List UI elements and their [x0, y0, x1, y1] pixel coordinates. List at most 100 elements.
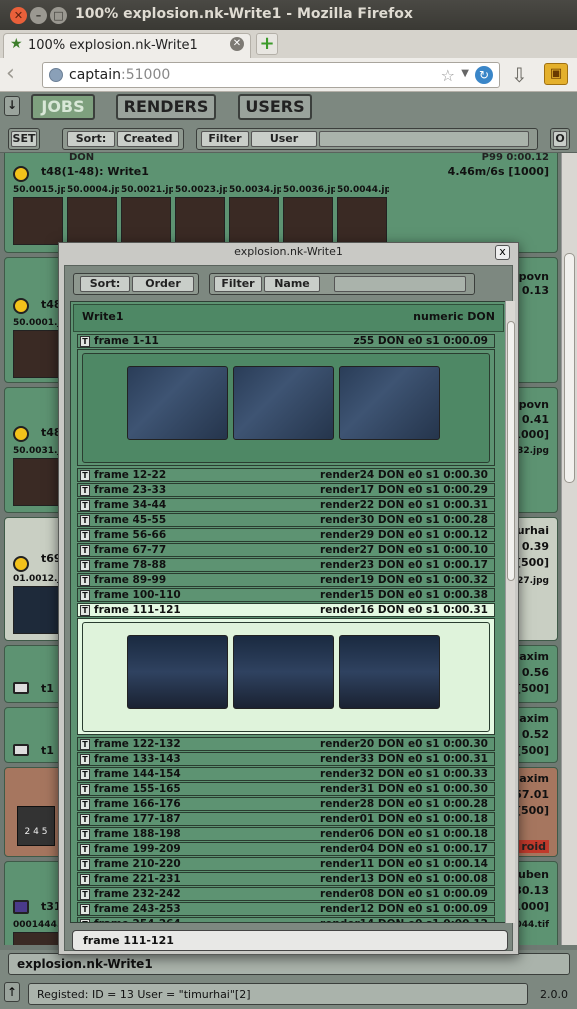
scrollbar-thumb[interactable]	[564, 253, 575, 483]
task-row[interactable]: Tframe 166-176 render28 DON e0 s1 0:00.28	[77, 797, 495, 811]
dialog-sort-value[interactable]: Order	[132, 276, 194, 292]
task-status: render12 DON e0 s1 0:00.09	[320, 903, 488, 915]
preview-frame-image[interactable]	[127, 366, 228, 440]
task-name: frame 1-11	[94, 335, 159, 347]
close-tab-icon[interactable]: ✕	[230, 37, 244, 51]
task-name: frame 34-44	[94, 499, 167, 511]
task-row[interactable]: Tframe 1-11 z55 DON e0 s1 0:00.09	[77, 334, 495, 348]
task-row[interactable]: Tframe 210-220 render11 DON e0 s1 0:00.14	[77, 857, 495, 871]
task-row[interactable]: Tframe 78-88 render23 DON e0 s1 0:00.17	[77, 558, 495, 572]
task-status: z55 DON e0 s1 0:00.09	[353, 335, 488, 347]
filter-control[interactable]: Filter User	[196, 128, 538, 150]
sort-label: Sort:	[67, 131, 115, 147]
task-type-icon: T	[80, 874, 90, 885]
url-bar[interactable]: captain:51000 ☆ ▼ ↻	[42, 62, 500, 88]
jobs-scrollbar[interactable]	[561, 153, 577, 945]
task-list[interactable]: Write1 numeric DON Tframe 1-11 z55 DON e0…	[70, 301, 508, 923]
task-row[interactable]: Tframe 23-33 render17 DON e0 s1 0:00.29	[77, 483, 495, 497]
task-row[interactable]: Tframe 199-209 render04 DON e0 s1 0:00.17	[77, 842, 495, 856]
thumbnail[interactable]: 50.0004.jpg	[67, 185, 119, 247]
site-identity-icon[interactable]	[49, 68, 63, 82]
task-row[interactable]: Tframe 243-253 render12 DON e0 s1 0:00.09	[77, 902, 495, 916]
tab-users[interactable]: USERS	[238, 94, 312, 120]
filter-type[interactable]: User	[251, 131, 317, 147]
thumbnail[interactable]: 50.0021.jpg	[121, 185, 173, 247]
preview-frame-image[interactable]	[339, 635, 440, 709]
task-row[interactable]: Tframe 89-99 render19 DON e0 s1 0:00.32	[77, 573, 495, 587]
preview-frame-image[interactable]	[233, 635, 334, 709]
task-row[interactable]: Tframe 34-44 render22 DON e0 s1 0:00.31	[77, 498, 495, 512]
task-row[interactable]: Tframe 155-165 render31 DON e0 s1 0:00.30	[77, 782, 495, 796]
download-arrow-icon[interactable]: ⇩	[511, 63, 528, 87]
task-type-icon: T	[80, 844, 90, 855]
task-row[interactable]: Tframe 111-121 render16 DON e0 s1 0:00.31	[77, 603, 495, 617]
browser-tab[interactable]: ★ 100% explosion.nk-Write1 ✕	[3, 33, 251, 58]
bookmark-star-icon[interactable]: ☆	[441, 66, 455, 85]
sort-control[interactable]: Sort: Created	[62, 128, 184, 150]
thumbnail[interactable]: 50.0044.jpg	[337, 185, 389, 247]
thumbnail-image	[13, 458, 63, 506]
history-dropdown-icon[interactable]: ▼	[461, 68, 469, 79]
sort-value[interactable]: Created	[117, 131, 179, 147]
preview-frame-image[interactable]	[339, 366, 440, 440]
reload-icon[interactable]: ↻	[475, 66, 493, 84]
filter-input[interactable]	[319, 131, 529, 147]
task-name: frame 210-220	[94, 858, 181, 870]
thumbnail-image	[13, 330, 63, 378]
preview-frame-image[interactable]	[233, 366, 334, 440]
minimize-window-icon[interactable]: –	[30, 7, 47, 24]
task-row[interactable]: Tframe 177-187 render01 DON e0 s1 0:00.18	[77, 812, 495, 826]
task-type-icon: T	[80, 784, 90, 795]
task-row[interactable]: Tframe 221-231 render13 DON e0 s1 0:00.08	[77, 872, 495, 886]
task-row[interactable]: Tframe 45-55 render30 DON e0 s1 0:00.28	[77, 513, 495, 527]
scrollbar-thumb[interactable]	[507, 321, 515, 581]
set-button[interactable]: SET	[8, 128, 40, 150]
task-row[interactable]: Tframe 232-242 render08 DON e0 s1 0:00.09	[77, 887, 495, 901]
collapse-header-button[interactable]: ↓	[4, 96, 20, 116]
task-row[interactable]: Tframe 188-198 render06 DON e0 s1 0:00.18	[77, 827, 495, 841]
expand-log-button[interactable]: ↑	[4, 982, 20, 1002]
task-type-icon: T	[80, 799, 90, 810]
dialog-filter-control[interactable]: Filter Name	[209, 273, 475, 295]
block-name: Write1	[82, 310, 124, 323]
task-row[interactable]: Tframe 144-154 render32 DON e0 s1 0:00.33	[77, 767, 495, 781]
tab-renders[interactable]: RENDERS	[116, 94, 216, 120]
thumbnail-name: 50.0036.jpg	[283, 185, 335, 195]
back-arrow-icon[interactable]: ‹	[6, 62, 30, 86]
thumbnail-image	[13, 586, 63, 634]
task-row[interactable]: Tframe 133-143 render33 DON e0 s1 0:00.31	[77, 752, 495, 766]
thumbnail[interactable]: 50.0023.jpg	[175, 185, 227, 247]
url-port: :51000	[121, 67, 171, 83]
task-row[interactable]: Tframe 254-264 render14 DON e0 s1 0:00.12	[77, 917, 495, 922]
task-row[interactable]: Tframe 122-132 render20 DON e0 s1 0:00.30	[77, 737, 495, 751]
tab-jobs[interactable]: JOBS	[31, 94, 95, 120]
addon-package-icon[interactable]: ▣	[544, 63, 568, 85]
task-status: render31 DON e0 s1 0:00.30	[320, 783, 488, 795]
dialog-filter-type[interactable]: Name	[264, 276, 320, 292]
dialog-filter-input[interactable]	[334, 276, 466, 292]
task-type-icon: T	[80, 470, 90, 481]
task-row[interactable]: Tframe 12-22 render24 DON e0 s1 0:00.30	[77, 468, 495, 482]
thumbnail[interactable]: 50.0036.jpg	[283, 185, 335, 247]
task-row[interactable]: Tframe 67-77 render27 DON e0 s1 0:00.10	[77, 543, 495, 557]
job-panel-name[interactable]: explosion.nk-Write1	[8, 953, 570, 975]
dialog-sort-control[interactable]: Sort: Order	[73, 273, 199, 295]
preview-frame-image[interactable]	[127, 635, 228, 709]
thumbnail[interactable]: 50.0034.jpg	[229, 185, 281, 247]
selected-task-field[interactable]: frame 111-121	[72, 930, 508, 951]
task-row[interactable]: Tframe 56-66 render29 DON e0 s1 0:00.12	[77, 528, 495, 542]
task-type-icon: T	[80, 754, 90, 765]
new-tab-button[interactable]: +	[256, 33, 278, 55]
task-status: render14 DON e0 s1 0:00.12	[320, 918, 488, 922]
task-row[interactable]: Tframe 100-110 render15 DON e0 s1 0:00.38	[77, 588, 495, 602]
close-window-icon[interactable]: ✕	[10, 7, 27, 24]
task-list-scrollbar[interactable]	[505, 301, 515, 923]
options-button[interactable]: O	[550, 128, 570, 150]
maximize-window-icon[interactable]: □	[50, 7, 67, 24]
close-dialog-button[interactable]: x	[495, 245, 510, 260]
task-status: render16 DON e0 s1 0:00.31	[320, 604, 488, 616]
block-header[interactable]: Write1 numeric DON	[73, 304, 504, 332]
job-item[interactable]: DON P99 0:00.12 t48(1-48): Write1 4.46m/…	[4, 153, 558, 253]
preview-frame-strip	[82, 353, 490, 463]
thumbnail[interactable]: 50.0015.jpg	[13, 185, 65, 247]
